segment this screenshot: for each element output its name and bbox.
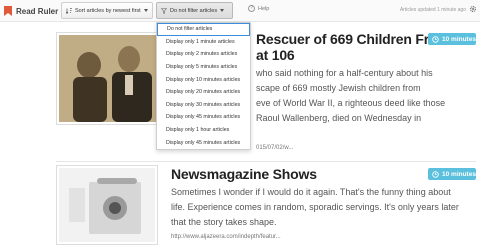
filter-label: Do not filter articles — [170, 7, 218, 14]
gear-icon[interactable] — [469, 5, 477, 13]
article-card[interactable]: Newsmagazine Shows 10 minutes Sometimes … — [56, 164, 476, 250]
updated-status: Articles updated 1 minute ago — [399, 7, 466, 13]
article-photo — [59, 168, 155, 242]
menu-item-2-minutes[interactable]: Display only 2 minutes articles — [157, 48, 250, 61]
sort-dropdown-button[interactable]: Sort articles by newest first — [61, 2, 153, 19]
article-url[interactable]: http://www.aljazeera.com/indepth/featur.… — [171, 234, 281, 240]
menu-item-45-minutes[interactable]: Display only 45 minutes articles — [157, 111, 250, 124]
filter-icon — [161, 7, 167, 14]
reading-time-badge: 10 minutes — [428, 168, 476, 180]
help-label: Help — [258, 5, 270, 12]
chevron-down-icon — [220, 9, 225, 12]
toolbar: Read Ruler Sort articles by newest first… — [0, 0, 480, 22]
help-link[interactable]: ? Help — [248, 5, 269, 12]
article-url[interactable]: 015/07/02/w... — [256, 145, 293, 151]
article-title[interactable]: Newsmagazine Shows — [171, 166, 317, 182]
divider — [56, 161, 476, 162]
clock-icon — [432, 35, 439, 43]
article-excerpt: who said nothing for a half-century abou… — [256, 68, 446, 123]
menu-item-no-filter[interactable]: Do not filter articles — [157, 23, 250, 36]
article-card[interactable]: Rescuer of 669 Children From at 106 10 m… — [56, 29, 476, 159]
menu-item-45-minutes-alt[interactable]: Display only 45 minutes articles — [157, 136, 250, 149]
menu-item-20-minutes[interactable]: Display only 20 minutes articles — [157, 86, 250, 99]
menu-item-1-minute[interactable]: Display only 1 minute articles — [157, 36, 250, 49]
article-thumbnail[interactable] — [56, 32, 161, 125]
menu-item-5-minutes[interactable]: Display only 5 minutes articles — [157, 61, 250, 74]
article-photo — [59, 35, 158, 122]
filter-dropdown-button[interactable]: Do not filter articles — [156, 2, 233, 19]
sort-label: Sort articles by newest first — [75, 7, 141, 14]
menu-item-30-minutes[interactable]: Display only 30 minutes articles — [157, 99, 250, 112]
article-excerpt: Sometimes I wonder if I would do it agai… — [171, 187, 459, 227]
help-icon: ? — [248, 5, 255, 12]
article-thumbnail[interactable] — [56, 165, 158, 245]
menu-item-10-minutes[interactable]: Display only 10 minutes articles — [157, 73, 250, 86]
app-brand[interactable]: Read Ruler — [3, 4, 58, 18]
menu-item-1-hour[interactable]: Display only 1 hour articles — [157, 124, 250, 137]
app-name: Read Ruler — [16, 6, 59, 16]
filter-menu: Do not filter articles Display only 1 mi… — [156, 22, 251, 150]
bookmark-icon — [4, 6, 12, 16]
sort-icon — [66, 7, 72, 14]
article-title[interactable]: Rescuer of 669 Children From at 106 — [256, 31, 450, 63]
clock-icon — [432, 170, 439, 178]
chevron-down-icon — [143, 9, 148, 12]
reading-time-badge: 10 minutes — [428, 33, 476, 45]
